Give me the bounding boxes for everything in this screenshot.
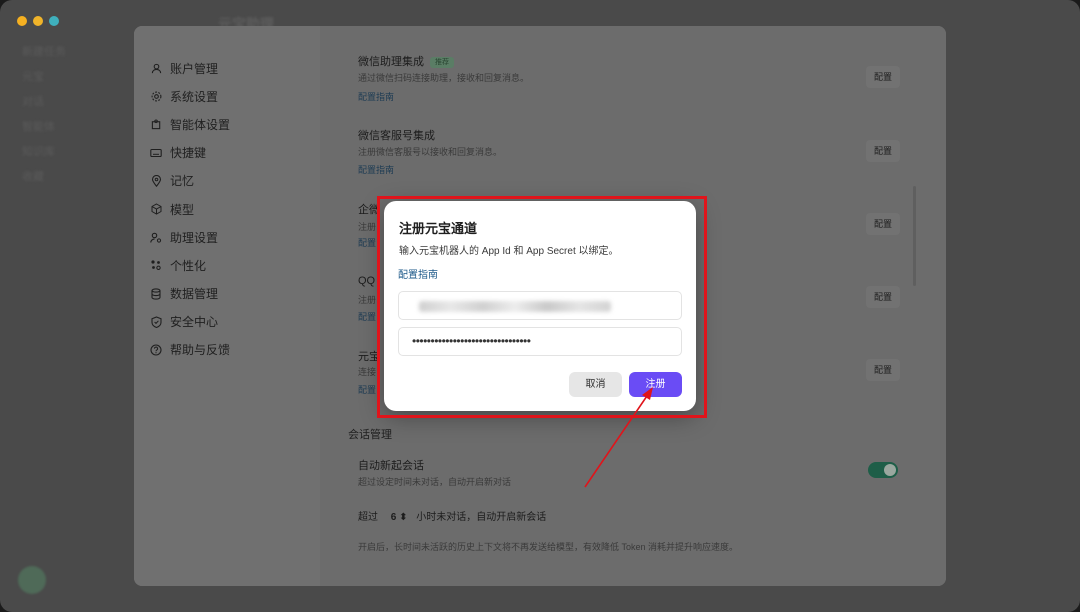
guide-link[interactable]: 配置 (358, 383, 376, 396)
configure-button[interactable]: 配置 (866, 213, 900, 235)
settings-nav-shortcuts[interactable]: 快捷键 (134, 139, 320, 167)
settings-nav-model[interactable]: 模型 (134, 195, 320, 223)
settings-nav-agent[interactable]: 智能体设置 (134, 110, 320, 138)
close-window-icon[interactable] (17, 16, 27, 26)
minimize-window-icon[interactable] (33, 16, 43, 26)
settings-nav-system[interactable]: 系统设置 (134, 82, 320, 110)
auto-session-note: 开启后，长时间未活跃的历史上下文将不再发送给模型，有效降低 Token 消耗并提… (358, 542, 739, 552)
guide-link[interactable]: 配置 (358, 236, 376, 249)
assistant-icon (150, 231, 162, 243)
settings-nav-account[interactable]: 账户管理 (134, 54, 320, 82)
palette-icon (150, 259, 162, 271)
settings-nav-label: 模型 (170, 202, 195, 217)
auto-session-toggle[interactable] (868, 462, 898, 478)
settings-nav-label: 智能体设置 (170, 117, 231, 132)
sidebar-item[interactable]: 元宝 (0, 65, 132, 90)
settings-nav-assistant[interactable]: 助理设置 (134, 223, 320, 251)
scrollbar[interactable] (913, 186, 916, 286)
guide-link[interactable]: 配置指南 (358, 163, 394, 176)
integration-desc: 注册 (358, 222, 377, 232)
integration-title: 微信客服号集成 (358, 130, 435, 142)
auto-session-desc: 超过设定时间未对话，自动开启新对话 (358, 477, 512, 487)
settings-nav-help[interactable]: 帮助与反馈 (134, 336, 320, 364)
window-controls (17, 16, 59, 26)
settings-nav-label: 系统设置 (170, 89, 219, 104)
integration-title: 微信助理集成 推荐 (358, 53, 454, 69)
hours-stepper[interactable]: 6 ⬍ (391, 512, 408, 523)
help-icon (150, 344, 162, 356)
zoom-window-icon[interactable] (49, 16, 59, 26)
settings-nav-label: 帮助与反馈 (170, 343, 231, 358)
session-section-title: 会话管理 (348, 429, 392, 441)
cube-icon (150, 203, 162, 215)
pin-icon (150, 174, 162, 187)
settings-nav-label: 账户管理 (170, 61, 219, 76)
keyboard-icon (150, 147, 162, 159)
guide-link[interactable]: 配置指南 (358, 90, 394, 103)
integration-desc: 注册 (358, 295, 377, 305)
integration-desc: 通过微信扫码连接助理，接收和回复消息。 (358, 73, 530, 83)
integration-title: QQ (358, 275, 376, 287)
gear-icon (150, 90, 162, 102)
settings-nav-label: 助理设置 (170, 230, 219, 245)
integration-desc: 注册微信客服号以接收和回复消息。 (358, 147, 503, 157)
background-sidebar: 新建任务 元宝 对话 智能体 知识库 收藏 (0, 40, 132, 612)
integration-desc: 连接 (358, 367, 377, 377)
database-icon (150, 287, 162, 300)
configure-button[interactable]: 配置 (866, 140, 900, 162)
user-icon (150, 62, 162, 74)
configure-button[interactable]: 配置 (866, 66, 900, 88)
settings-nav-label: 记忆 (170, 174, 195, 189)
settings-nav-data[interactable]: 数据管理 (134, 280, 320, 308)
settings-nav-label: 快捷键 (170, 146, 207, 161)
configure-button[interactable]: 配置 (866, 359, 900, 381)
recommend-badge: 推荐 (430, 56, 454, 68)
avatar[interactable] (18, 566, 46, 594)
settings-nav: 账户管理 系统设置 智能体设置 快捷键 记忆 模型 助理设置 个性化 数据管理 … (134, 26, 320, 586)
settings-nav-label: 数据管理 (170, 287, 219, 302)
sidebar-item[interactable]: 对话 (0, 90, 132, 115)
auto-session-rule: 超过 6 ⬍ 小时未对话，自动开启新会话 (358, 512, 547, 523)
puzzle-icon (150, 118, 162, 130)
configure-button[interactable]: 配置 (866, 286, 900, 308)
settings-nav-security[interactable]: 安全中心 (134, 308, 320, 336)
sidebar-item[interactable]: 收藏 (0, 165, 132, 190)
highlight-annotation (377, 196, 707, 418)
sidebar-item[interactable]: 新建任务 (0, 40, 132, 65)
guide-link[interactable]: 配置 (358, 310, 376, 323)
shield-icon (150, 316, 162, 328)
settings-nav-label: 个性化 (170, 258, 207, 273)
settings-nav-label: 安全中心 (170, 315, 219, 330)
settings-nav-personalize[interactable]: 个性化 (134, 251, 320, 279)
sidebar-item[interactable]: 知识库 (0, 140, 132, 165)
settings-nav-memory[interactable]: 记忆 (134, 167, 320, 195)
auto-session-title: 自动新起会话 (358, 460, 424, 472)
sidebar-item[interactable]: 智能体 (0, 115, 132, 140)
